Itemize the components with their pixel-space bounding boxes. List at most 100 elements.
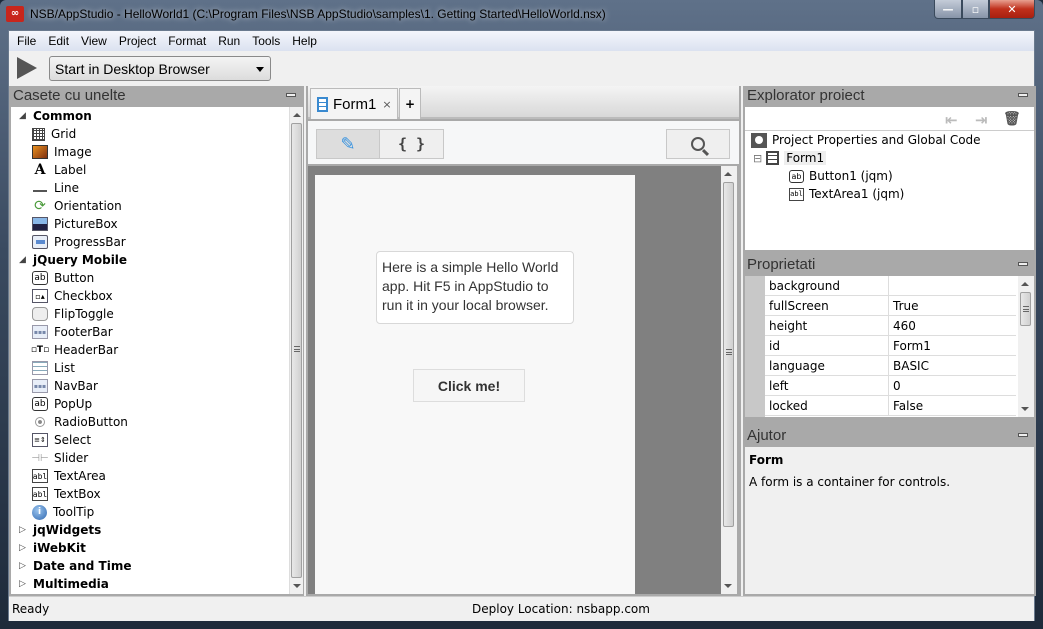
toolbox-category-common[interactable]: ◢ Common (11, 107, 289, 125)
scroll-up-icon[interactable] (1021, 282, 1029, 286)
menu-run[interactable]: Run (212, 34, 246, 48)
toolbox-item-navbar[interactable]: ▪▪▪ NavBar (11, 377, 289, 395)
property-value[interactable]: BASIC (889, 359, 929, 373)
indent-icon[interactable]: ⇥ (975, 111, 988, 129)
outdent-icon[interactable]: ⇤ (945, 111, 958, 129)
toolbox-item-list[interactable]: List (11, 359, 289, 377)
tree-item-project-properties[interactable]: Project Properties and Global Code (745, 131, 1034, 149)
property-row[interactable]: language BASIC (765, 356, 1016, 376)
tree-item-form1[interactable]: ⊟ Form1 (745, 149, 1034, 167)
toolbox-item-button[interactable]: ab Button (11, 269, 289, 287)
toolbox-item-popup[interactable]: ab PopUp (11, 395, 289, 413)
toolbox-item-textarea[interactable]: abl TextArea (11, 467, 289, 485)
property-row[interactable]: height 460 (765, 316, 1016, 336)
code-braces-icon: { } (397, 135, 426, 153)
property-value[interactable]: False (889, 399, 923, 413)
collapse-icon[interactable] (1018, 433, 1028, 437)
property-row[interactable]: fullScreen True (765, 296, 1016, 316)
item-label: TextBox (54, 487, 101, 501)
explorer-header: Explorator proiect (743, 86, 1036, 107)
menu-help[interactable]: Help (286, 34, 323, 48)
toolbox-item-footerbar[interactable]: ▪▪▪ FooterBar (11, 323, 289, 341)
scrollbar-thumb[interactable] (291, 123, 302, 578)
grip-icon (1023, 306, 1029, 312)
scrollbar-thumb[interactable] (1020, 292, 1031, 326)
close-tab-icon[interactable]: × (382, 98, 391, 111)
scroll-up-icon[interactable] (293, 113, 301, 117)
scroll-down-icon[interactable] (293, 584, 301, 588)
property-row[interactable]: locked False (765, 396, 1016, 416)
menu-view[interactable]: View (75, 34, 113, 48)
toolbox-item-radiobutton[interactable]: RadioButton (11, 413, 289, 431)
property-row[interactable]: id Form1 (765, 336, 1016, 356)
search-button[interactable] (666, 129, 730, 159)
maximize-button[interactable]: ▫ (962, 0, 989, 19)
toolbox-category-jqwidgets[interactable]: ▷ jqWidgets (11, 521, 289, 539)
form1-page[interactable]: Here is a simple Hello World app. Hit F5… (315, 175, 635, 594)
menu-tools[interactable]: Tools (246, 34, 286, 48)
toolbox-category-multimedia[interactable]: ▷ Multimedia (11, 575, 289, 593)
toolbox-item-label[interactable]: A Label (11, 161, 289, 179)
toolbox-item-image[interactable]: Image (11, 143, 289, 161)
collapse-icon[interactable] (1018, 93, 1028, 97)
properties-title: Proprietati (747, 256, 816, 273)
property-value[interactable]: True (889, 299, 919, 313)
toolbox-scrollbar[interactable] (289, 107, 303, 594)
fliptoggle-icon (32, 307, 48, 321)
button1-control[interactable]: Click me! (413, 369, 525, 402)
property-row[interactable]: left 0 (765, 376, 1016, 396)
toolbox-item-grid[interactable]: Grid (11, 125, 289, 143)
scroll-up-icon[interactable] (724, 172, 732, 176)
toolbox-category-date-and-time[interactable]: ▷ Date and Time (11, 557, 289, 575)
item-label: Button (54, 271, 95, 285)
grip-icon (294, 346, 300, 352)
toolbox-item-select[interactable]: ≡⇕ Select (11, 431, 289, 449)
toolbox-category-jquery-mobile[interactable]: ◢ jQuery Mobile (11, 251, 289, 269)
scroll-down-icon[interactable] (724, 584, 732, 588)
menu-file[interactable]: File (11, 34, 42, 48)
scrollbar-thumb[interactable] (723, 182, 734, 527)
trash-icon[interactable]: 🗑 (1003, 111, 1021, 127)
tree-item-textarea1[interactable]: abl TextArea1 (jqm) (745, 185, 1034, 203)
design-view-button[interactable]: ✎ (316, 129, 380, 159)
code-view-button[interactable]: { } (379, 129, 444, 159)
toolbox-item-progressbar[interactable]: ProgressBar (11, 233, 289, 251)
toolbox-item-headerbar[interactable]: ▫T▫ HeaderBar (11, 341, 289, 359)
toolbox-item-orientation[interactable]: ⟳ Orientation (11, 197, 289, 215)
toolbox-item-checkbox[interactable]: ▫▴ Checkbox (11, 287, 289, 305)
toolbox-item-slider[interactable]: ⊣⊢ Slider (11, 449, 289, 467)
collapse-icon[interactable] (286, 93, 296, 97)
menu-bar: File Edit View Project Format Run Tools … (9, 31, 1034, 51)
properties-header: Proprietati (743, 255, 1036, 276)
canvas-scrollbar[interactable] (721, 166, 737, 594)
scroll-down-icon[interactable] (1021, 407, 1029, 411)
toolbox-category-iwebkit[interactable]: ▷ iWebKit (11, 539, 289, 557)
tab-form1[interactable]: Form1 × (310, 88, 398, 119)
property-value[interactable]: 0 (889, 379, 901, 393)
menu-edit[interactable]: Edit (42, 34, 75, 48)
toolbox-item-textbox[interactable]: abl TextBox (11, 485, 289, 503)
footerbar-icon: ▪▪▪ (32, 325, 48, 339)
textarea1-control[interactable]: Here is a simple Hello World app. Hit F5… (376, 251, 574, 324)
collapse-tree-icon[interactable]: ⊟ (753, 152, 762, 165)
menu-project[interactable]: Project (113, 34, 162, 48)
add-tab-button[interactable]: + (399, 88, 421, 119)
item-label: PopUp (54, 397, 93, 411)
item-label: Orientation (54, 199, 122, 213)
close-button[interactable]: ✕ (989, 0, 1035, 19)
minimize-button[interactable]: — (934, 0, 962, 19)
tree-item-button1[interactable]: ab Button1 (jqm) (745, 167, 1034, 185)
property-row[interactable]: background (765, 276, 1016, 296)
property-value[interactable]: 460 (889, 319, 916, 333)
toolbox-item-tooltip[interactable]: i ToolTip (11, 503, 289, 521)
properties-scrollbar[interactable] (1018, 276, 1034, 417)
appstudio-logo-icon[interactable]: ∞ (6, 6, 24, 22)
collapse-icon[interactable] (1018, 262, 1028, 266)
property-value[interactable]: Form1 (889, 339, 931, 353)
toolbox-item-picturebox[interactable]: PictureBox (11, 215, 289, 233)
toolbox-item-fliptoggle[interactable]: FlipToggle (11, 305, 289, 323)
menu-format[interactable]: Format (162, 34, 212, 48)
run-target-select[interactable]: Start in Desktop Browser (49, 56, 271, 81)
toolbox-item-line[interactable]: Line (11, 179, 289, 197)
play-icon[interactable] (17, 57, 37, 79)
